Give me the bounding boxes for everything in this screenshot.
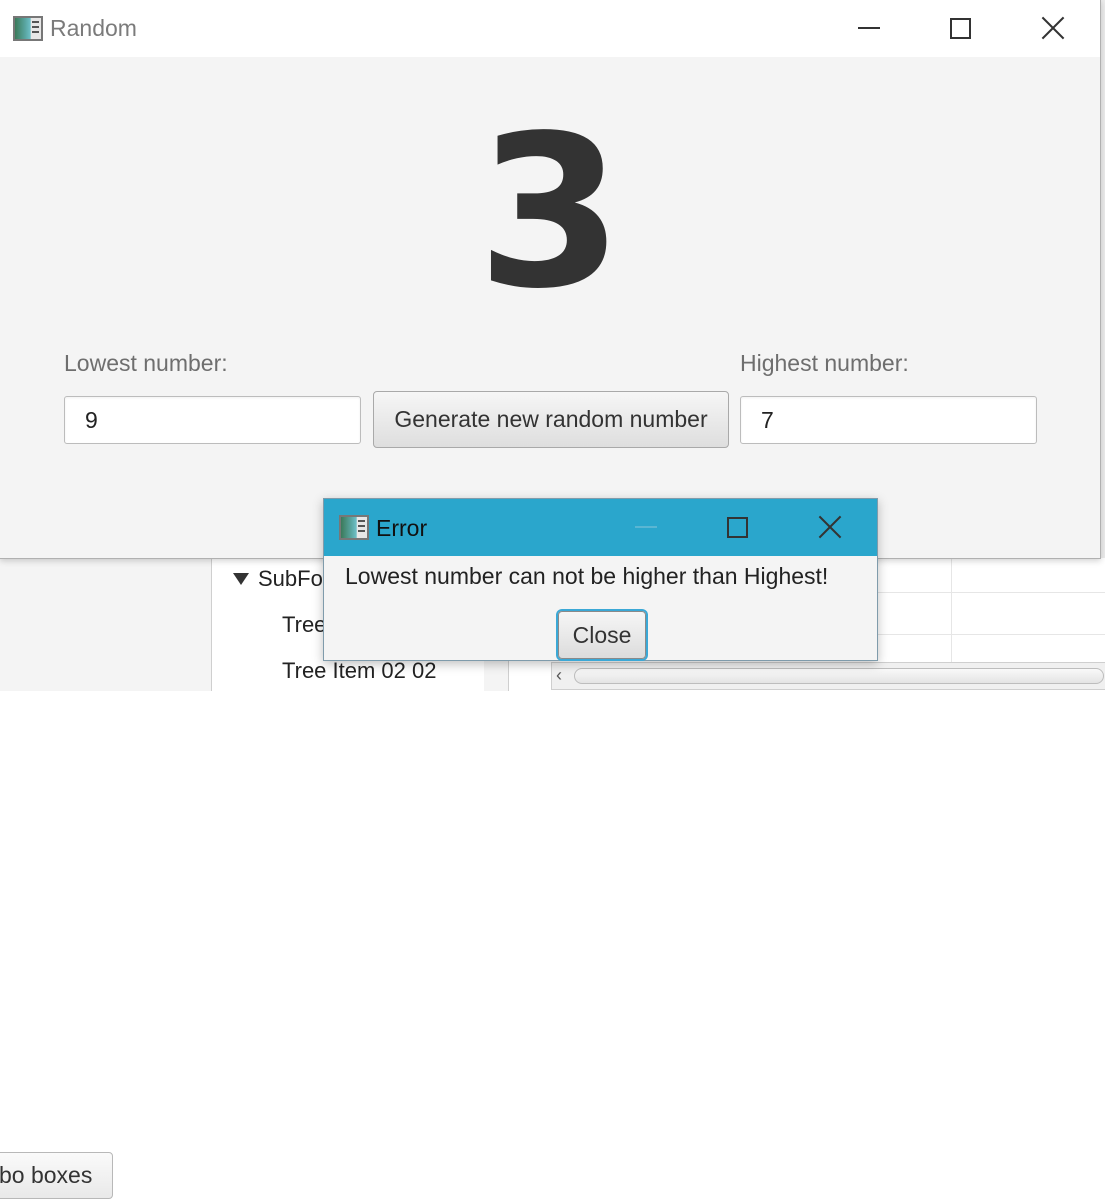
error-dialog: Error Lowest number can not be higher th… [323,498,878,661]
lowest-number-label: Lowest number: [64,350,228,376]
dialog-minimize-button [623,507,669,547]
maximize-icon [726,516,748,538]
tree-item-label: SubFo [258,566,323,591]
background-left-panel: bo boxes [0,558,211,1199]
minimize-icon [858,27,880,29]
minimize-icon [635,526,657,528]
tree-expand-arrow-icon[interactable] [233,573,249,585]
highest-number-input[interactable] [740,396,1037,444]
random-window: Random 3 Lowest number: Highest number: … [0,0,1101,559]
combo-boxes-button[interactable]: bo boxes [0,1152,113,1199]
close-icon [1041,16,1065,40]
dialog-titlebar[interactable]: Error [324,499,877,556]
error-message: Lowest number can not be higher than Hig… [345,563,829,589]
generated-number-display: 3 [476,90,624,335]
scrollbar-thumb[interactable] [574,668,1104,684]
app-icon [339,515,369,540]
close-window-button[interactable] [1030,8,1076,48]
app-icon [13,16,43,41]
dialog-close-window-button[interactable] [807,507,853,547]
highest-number-label: Highest number: [740,350,909,376]
dialog-maximize-button[interactable] [714,507,760,547]
window-titlebar[interactable]: Random [0,0,1100,57]
maximize-button[interactable] [937,8,983,48]
generate-random-number-button[interactable]: Generate new random number [373,391,729,448]
scroll-left-arrow-icon[interactable]: ‹ [556,665,562,686]
minimize-button[interactable] [846,8,892,48]
dialog-title: Error [376,515,428,541]
dialog-close-button[interactable]: Close [558,611,646,659]
close-icon [818,515,842,539]
maximize-icon [949,17,971,39]
lowest-number-input[interactable] [64,396,361,444]
table-column-divider [951,558,952,662]
window-title: Random [50,15,137,41]
tree-row[interactable]: Tree Item 02 02 [282,658,436,684]
horizontal-scrollbar[interactable]: ‹ [551,662,1105,690]
tree-row[interactable]: Tree [282,612,326,638]
